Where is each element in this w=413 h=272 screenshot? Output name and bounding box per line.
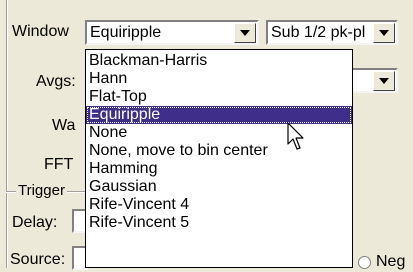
option-equiripple[interactable]: Equiripple	[86, 106, 352, 124]
sub-select-button[interactable]	[373, 23, 395, 43]
window-select-button[interactable]	[234, 23, 256, 43]
window-dropdown-list[interactable]: Blackman-Harris Hann Flat-Top Equiripple…	[85, 49, 353, 268]
option-rife-vincent-5[interactable]: Rife-Vincent 5	[86, 214, 352, 232]
option-none-move-to-bin-center[interactable]: None, move to bin center	[86, 142, 352, 160]
window-select-value: Equiripple	[90, 24, 162, 41]
option-none[interactable]: None	[86, 124, 352, 142]
chevron-down-icon	[379, 78, 389, 84]
option-rife-vincent-4[interactable]: Rife-Vincent 4	[86, 196, 352, 214]
window-select[interactable]: Equiripple	[85, 20, 259, 45]
option-hann[interactable]: Hann	[86, 70, 352, 88]
neg-label: Neg	[376, 253, 406, 270]
sub-select[interactable]: Sub 1/2 pk-pl	[266, 20, 398, 45]
fft-label: FFT	[44, 156, 74, 173]
group-left-edge	[6, 0, 8, 268]
option-flat-top[interactable]: Flat-Top	[86, 88, 352, 106]
avgs-select-button[interactable]	[373, 71, 395, 91]
option-blackman-harris[interactable]: Blackman-Harris	[86, 52, 352, 70]
source-label: Source:	[10, 251, 66, 268]
wa-label: Wa	[52, 117, 76, 134]
avgs-label: Avgs:	[36, 73, 76, 90]
chevron-down-icon	[240, 30, 250, 36]
option-gaussian[interactable]: Gaussian	[86, 178, 352, 196]
trigger-label: Trigger	[16, 181, 67, 201]
sub-select-value: Sub 1/2 pk-pl	[271, 24, 366, 41]
mouse-pointer-icon	[287, 122, 304, 150]
delay-label: Delay:	[12, 214, 58, 231]
neg-radio[interactable]	[358, 256, 371, 269]
chevron-down-icon	[379, 30, 389, 36]
window-label: Window	[12, 23, 69, 40]
option-hamming[interactable]: Hamming	[86, 160, 352, 178]
